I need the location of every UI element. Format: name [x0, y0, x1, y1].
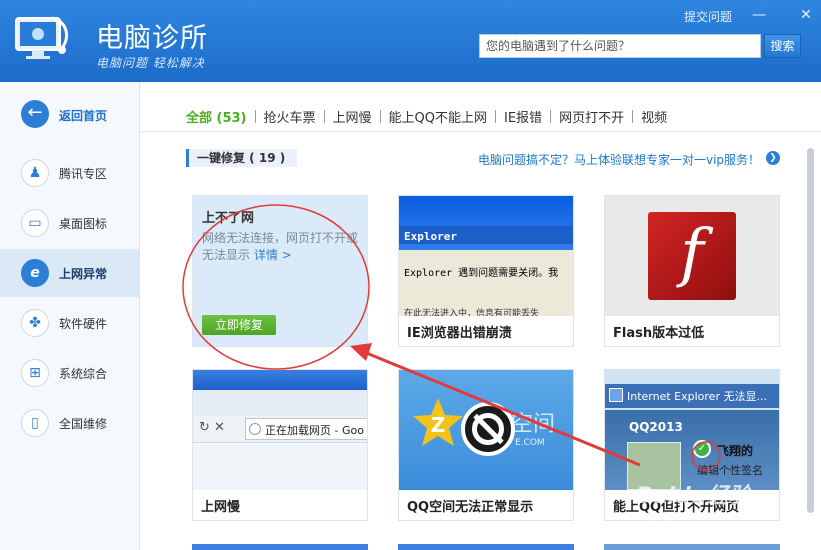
- issue-card-ie-crash[interactable]: Explorer Explorer 遇到问题需要关闭。我 在此无法进入中，信息有…: [398, 195, 574, 347]
- card-thumbnail: f: [605, 196, 779, 316]
- issue-card-qzone[interactable]: Z 空间 E.COM QQ空间无法正常显示: [398, 369, 574, 521]
- card-title: 上不了网: [202, 211, 255, 226]
- sidebar-item-system[interactable]: ⊞ 系统综合: [0, 349, 139, 397]
- card-thumbnail: Z 空间 E.COM: [399, 370, 573, 490]
- search-button[interactable]: 搜索: [764, 34, 801, 58]
- tab-all[interactable]: 全部 (53): [186, 107, 255, 126]
- qzone-star-icon: Z: [413, 398, 463, 446]
- issue-card-flash-outdated[interactable]: f Flash版本过低: [604, 195, 780, 347]
- back-home-label: 返回首页: [59, 109, 108, 123]
- card-row-partial: [192, 544, 368, 550]
- card-thumbnail: Explorer Explorer 遇到问题需要关闭。我 在此无法进入中，信息有…: [399, 196, 573, 316]
- online-status-icon: ✓: [693, 440, 711, 458]
- tab-video[interactable]: 视频: [633, 107, 675, 126]
- refresh-icon: ↻ ✕: [199, 420, 225, 435]
- sidebar-item-repair[interactable]: ▯ 全国维修: [0, 399, 139, 447]
- search-input[interactable]: [479, 34, 761, 58]
- title-bar: 电脑诊所 电脑问题 轻松解决 提交问题 — ✕ 搜索: [0, 0, 821, 82]
- xp-dialog-title: Explorer: [404, 230, 457, 243]
- minimize-button[interactable]: —: [750, 6, 768, 24]
- fix-now-button[interactable]: 立即修复: [202, 315, 276, 335]
- scrollbar-thumb[interactable]: [807, 148, 814, 513]
- chevron-right-icon[interactable]: ❯: [766, 151, 780, 165]
- sidebar-item-software-hardware[interactable]: ✤ 软件硬件: [0, 299, 139, 347]
- app-title: 电脑诊所: [96, 23, 208, 54]
- card-description: 网络无法连接，网页打不开或无法显示 详情 >: [202, 231, 359, 262]
- issue-card-slow-internet[interactable]: ↻ ✕ 正在加载网页 - Goo 上网慢: [192, 369, 368, 521]
- ie-icon: e: [21, 259, 49, 287]
- flash-logo-icon: f: [648, 212, 736, 300]
- card-thumbnail: ↻ ✕ 正在加载网页 - Goo: [193, 370, 367, 490]
- back-home-button[interactable]: ← 返回首页: [0, 92, 139, 138]
- tab-qq-no-internet[interactable]: 能上QQ不能上网: [381, 107, 495, 126]
- phone-icon: ▯: [21, 409, 49, 437]
- blocked-icon: [461, 402, 515, 456]
- card-row-partial: [604, 544, 780, 550]
- section-title: 一键修复 ( 19 ): [186, 149, 298, 167]
- tab-underline: [140, 131, 821, 132]
- sidebar: ← 返回首页 ♟ 腾讯专区 ▭ 桌面图标 e 上网异常 ✤ 软件硬件 ⊞ 系统综…: [0, 82, 140, 550]
- xp-dialog-text: Explorer 遇到问题需要关闭。我: [404, 268, 559, 279]
- card-thumbnail: Internet Explorer 无法显... QQ2013 ✓ 飞翔的 编辑…: [605, 370, 779, 490]
- issue-card-no-internet[interactable]: 上不了网 网络无法连接，网页打不开或无法显示 详情 > 立即修复: [192, 195, 368, 347]
- card-label: IE浏览器出错崩溃: [407, 326, 512, 341]
- qzone-domain: E.COM: [515, 438, 545, 448]
- app-subtitle: 电脑问题 轻松解决: [96, 56, 205, 70]
- qq-version-label: QQ2013: [629, 420, 683, 434]
- sidebar-item-label: 软件硬件: [59, 317, 108, 331]
- close-button[interactable]: ✕: [797, 6, 815, 24]
- xp-dialog-text-2: 在此无法进入中，信息有可能丢失: [404, 309, 540, 316]
- card-label: Flash版本过低: [613, 326, 705, 341]
- card-row-partial: [398, 544, 574, 550]
- ie-window-title: Internet Explorer 无法显...: [627, 390, 767, 403]
- sidebar-item-internet[interactable]: e 上网异常: [0, 249, 139, 297]
- svg-text:Z: Z: [431, 413, 446, 437]
- arrow-left-icon: ←: [21, 100, 49, 128]
- sidebar-item-label: 系统综合: [59, 367, 108, 381]
- tab-page-wont-open[interactable]: 网页打不开: [551, 107, 632, 126]
- tab-slow-internet[interactable]: 上网慢: [325, 107, 380, 126]
- qq-nickname: 飞翔的: [717, 444, 754, 458]
- card-label: 上网慢: [201, 500, 241, 515]
- feedback-link[interactable]: 提交问题: [684, 8, 732, 25]
- puzzle-icon: ✤: [21, 309, 49, 337]
- sidebar-item-desktop-icons[interactable]: ▭ 桌面图标: [0, 199, 139, 247]
- penguin-icon: ♟: [21, 159, 49, 187]
- ie-window-icon: [609, 388, 623, 402]
- sidebar-item-label: 上网异常: [59, 267, 108, 281]
- watermark-logo: Baidu经验: [636, 484, 751, 509]
- sidebar-item-label: 桌面图标: [59, 217, 108, 231]
- monitor-stethoscope-icon: [15, 16, 69, 59]
- category-tabs: 全部 (53) 抢火车票 上网慢 能上QQ不能上网 IE报错 网页打不开 视频: [186, 106, 675, 126]
- card-label: QQ空间无法正常显示: [407, 500, 534, 515]
- loading-tab-text: 正在加载网页 - Goo: [249, 422, 364, 438]
- sidebar-item-label: 腾讯专区: [59, 167, 108, 181]
- tab-train-tickets[interactable]: 抢火车票: [256, 107, 324, 126]
- monitor-icon: ▭: [21, 209, 49, 237]
- tab-ie-error[interactable]: IE报错: [496, 107, 550, 126]
- details-link[interactable]: 详情 >: [254, 248, 292, 262]
- vip-promo-link[interactable]: 电脑问题搞不定？马上体验联想专家一对一vip服务！: [478, 151, 760, 168]
- qzone-text: 空间: [511, 412, 556, 437]
- sidebar-item-label: 全国维修: [59, 417, 108, 431]
- qq-signature: 编辑个性签名: [697, 464, 763, 477]
- windows-icon: ⊞: [21, 359, 49, 387]
- sidebar-item-tencent[interactable]: ♟ 腾讯专区: [0, 149, 139, 197]
- watermark-url: jingyan.baidu.com: [650, 512, 743, 523]
